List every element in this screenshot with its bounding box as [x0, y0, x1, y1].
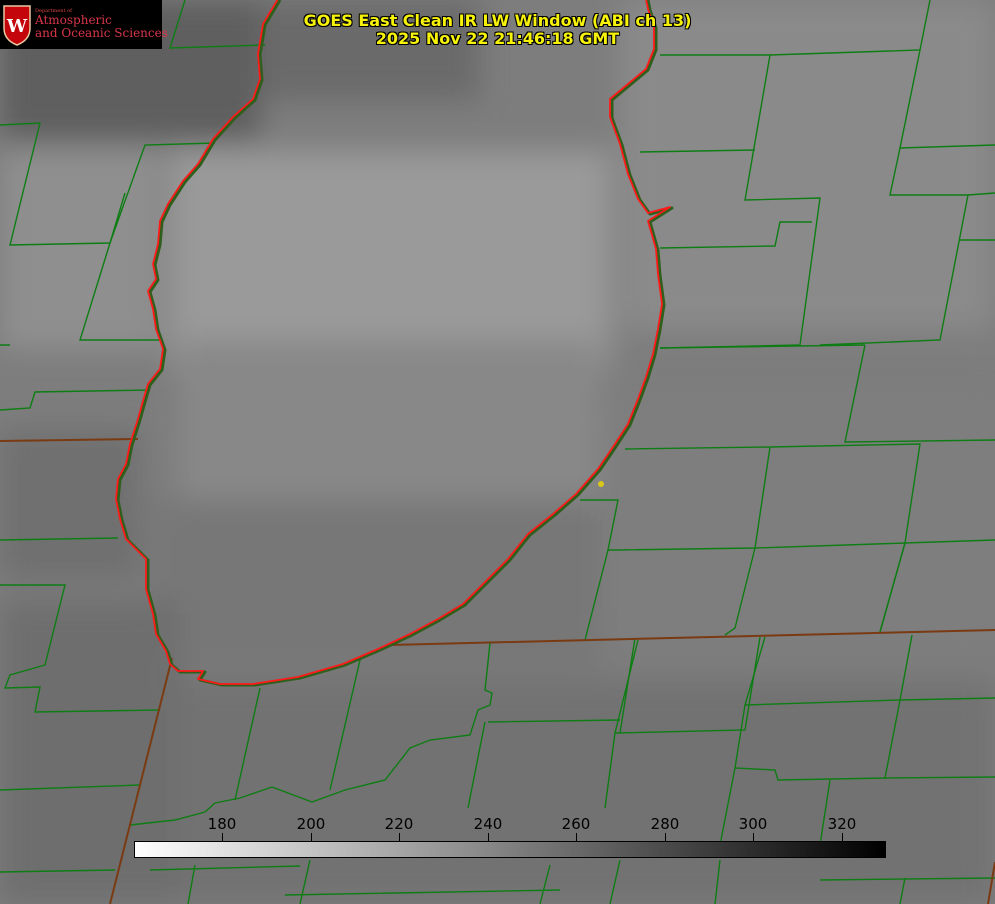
- colorbar-tick: [488, 833, 489, 841]
- colorbar-tick: [222, 833, 223, 841]
- station-marker: [598, 481, 604, 487]
- colorbar-tick-label: 200: [296, 815, 326, 833]
- satellite-map: [0, 0, 995, 904]
- colorbar-tick: [576, 833, 577, 841]
- colorbar-tick: [753, 833, 754, 841]
- image-timestamp: 2025 Nov 22 21:46:18 GMT: [375, 29, 620, 48]
- temperature-colorbar: [134, 841, 886, 858]
- svg-text:W: W: [6, 16, 28, 37]
- image-title: GOES East Clean IR LW Window (ABI ch 13): [303, 11, 692, 30]
- colorbar-tick-label: 220: [384, 815, 414, 833]
- colorbar-tick-label: 300: [738, 815, 768, 833]
- colorbar-tick: [665, 833, 666, 841]
- colorbar-tick: [311, 833, 312, 841]
- colorbar-tick: [842, 833, 843, 841]
- colorbar-tick: [399, 833, 400, 841]
- colorbar-tick-label: 180: [207, 815, 237, 833]
- uw-crest-icon: W: [3, 5, 31, 46]
- colorbar-tick-label: 260: [561, 815, 591, 833]
- uw-aos-logo: W Department of Atmospheric and Oceanic …: [0, 0, 168, 49]
- colorbar-tick-label: 240: [473, 815, 503, 833]
- colorbar-tick-label: 320: [827, 815, 857, 833]
- colorbar-tick-label: 280: [650, 815, 680, 833]
- logo-line-2: and Oceanic Sciences: [35, 26, 168, 40]
